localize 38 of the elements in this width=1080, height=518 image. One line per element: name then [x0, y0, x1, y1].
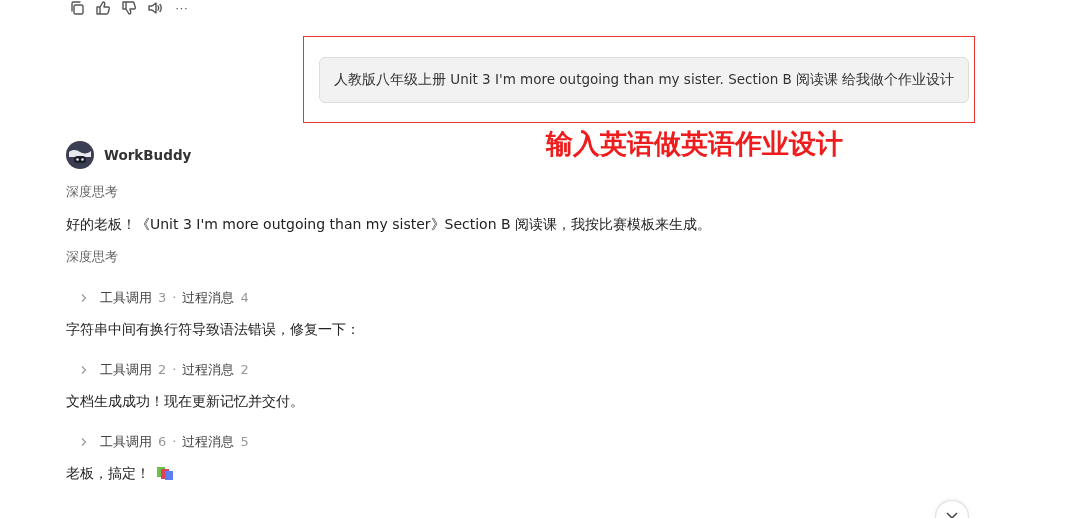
- message-text: 字符串中间有换行符导致语法错误，修复一下：: [66, 320, 360, 339]
- chevron-right-icon[interactable]: [80, 293, 88, 303]
- tool-call-count: 2: [158, 361, 167, 379]
- user-message: 人教版八年级上册 Unit 3 I'm more outgoing than my sister. Section B 阅读课 给我做个作业设计: [319, 57, 970, 103]
- tool-call-label: 工具调用: [100, 289, 152, 307]
- process-message-label: 过程消息: [182, 289, 235, 307]
- annotation-text: 输入英语做英语作业设计: [546, 127, 843, 161]
- separator-dot: ·: [172, 361, 177, 379]
- tool-call-label: 工具调用: [100, 433, 152, 451]
- avatar-icon: [66, 141, 94, 169]
- more-button[interactable]: ···: [175, 1, 188, 15]
- tool-summary[interactable]: 工具调用 6 · 过程消息 5: [80, 433, 249, 451]
- message-text: 老板，搞定！: [66, 464, 150, 483]
- tool-call-label: 工具调用: [100, 361, 152, 379]
- separator-dot: ·: [172, 433, 177, 451]
- chevron-right-icon[interactable]: [80, 437, 88, 447]
- process-message-count: 4: [240, 289, 249, 307]
- tool-call-count: 3: [158, 289, 167, 307]
- process-message-label: 过程消息: [182, 433, 235, 451]
- tool-summary[interactable]: 工具调用 2 · 过程消息 2: [80, 361, 249, 379]
- process-message-count: 5: [240, 433, 249, 451]
- thinking-label[interactable]: 深度思考: [66, 248, 986, 266]
- chevron-right-icon[interactable]: [80, 365, 88, 375]
- thumbs-down-icon[interactable]: [121, 0, 137, 16]
- separator-dot: ·: [172, 289, 177, 307]
- tool-summary[interactable]: 工具调用 3 · 过程消息 4: [80, 289, 249, 307]
- process-message-count: 2: [240, 361, 249, 379]
- speaker-icon[interactable]: [147, 0, 163, 16]
- scroll-down-button[interactable]: [935, 500, 969, 518]
- copy-icon[interactable]: [69, 0, 85, 16]
- assistant-name: WorkBuddy: [104, 147, 192, 163]
- thumbs-up-icon[interactable]: [95, 0, 111, 16]
- message-text: 好的老板！《Unit 3 I'm more outgoing than my sister》Section B 阅读课，我按比赛模板来生成。: [66, 215, 712, 234]
- tool-call-count: 6: [158, 433, 167, 451]
- chevron-down-icon: [946, 512, 958, 518]
- thinking-label[interactable]: 深度思考: [66, 183, 986, 201]
- process-message-label: 过程消息: [182, 361, 235, 379]
- message-text: 文档生成成功！现在更新记忆并交付。: [66, 392, 304, 411]
